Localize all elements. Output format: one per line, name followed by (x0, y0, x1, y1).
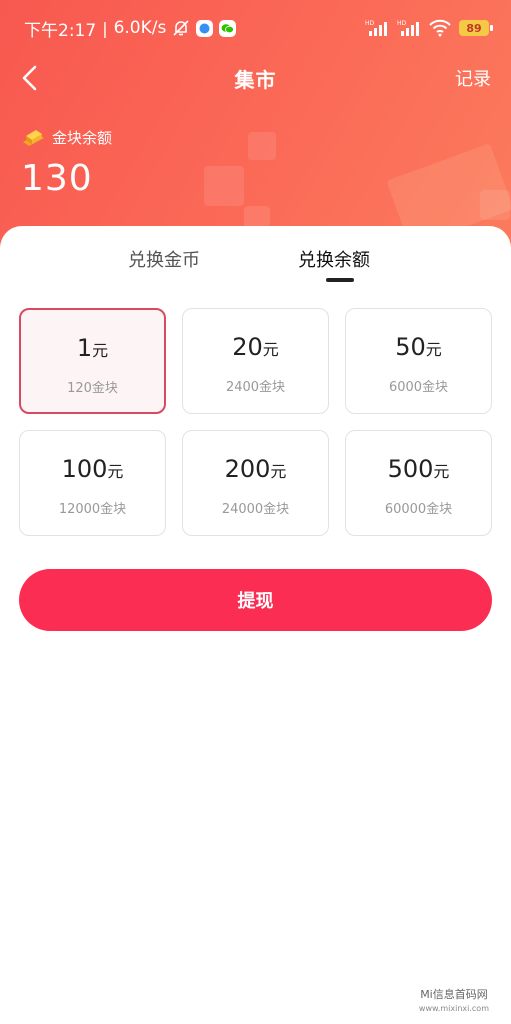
option-amount: 500元 (387, 455, 450, 483)
option-cost: 24000金块 (221, 502, 290, 517)
option-amount: 20元 (232, 333, 279, 361)
battery-level: 89 (466, 21, 482, 35)
option-card-20[interactable]: 20元 2400金块 (182, 308, 329, 414)
option-amount: 200元 (224, 455, 287, 483)
option-amount: 1元 (76, 334, 109, 362)
exchange-tabs: 兑换金币 兑换余额 (0, 226, 511, 286)
option-amount: 100元 (61, 455, 124, 483)
option-amount: 50元 (395, 333, 442, 361)
status-network-speed: 6.0K/s (113, 18, 167, 38)
hd-signal-icon: HD (365, 19, 389, 37)
option-card-1[interactable]: 1元 120金块 (19, 308, 166, 414)
back-button[interactable] (14, 62, 46, 94)
svg-text:HD: HD (397, 20, 407, 27)
watermark-text: Mi信息首码网 (420, 988, 488, 1001)
option-card-500[interactable]: 500元 60000金块 (345, 430, 492, 536)
option-cost: 60000金块 (384, 502, 453, 517)
status-separator: | (102, 18, 108, 38)
option-card-50[interactable]: 50元 6000金块 (345, 308, 492, 414)
svg-text:HD: HD (365, 20, 375, 27)
balance-label: 金块余额 (52, 128, 113, 147)
watermark: Mi信息首码网 www.mixinxi.com (419, 988, 489, 1016)
tab-exchange-balance[interactable]: 兑换余额 (298, 246, 370, 272)
wechat-icon (219, 19, 237, 37)
wifi-icon (429, 19, 451, 37)
active-tab-indicator (326, 278, 354, 282)
option-cost: 120金块 (67, 381, 118, 396)
chevron-left-icon (21, 65, 39, 91)
gold-bar-icon (20, 126, 46, 148)
status-time: 下午2:17 (24, 20, 97, 41)
watermark-url: www.mixinxi.com (418, 1004, 489, 1013)
decor-square (248, 132, 276, 160)
option-card-200[interactable]: 200元 24000金块 (182, 430, 329, 536)
mute-bell-icon (172, 19, 190, 37)
decor-square (480, 190, 510, 220)
balance-label-row: 金块余额 (20, 126, 112, 148)
hd-signal-icon: HD (397, 19, 421, 37)
withdraw-button[interactable]: 提现 (19, 569, 492, 631)
tab-exchange-coins[interactable]: 兑换金币 (128, 246, 200, 272)
app-icon (196, 19, 214, 37)
record-button[interactable]: 记录 (455, 65, 491, 91)
decor-square (204, 166, 244, 206)
nav-bar: 集市 记录 (0, 56, 511, 100)
option-cost: 6000金块 (388, 380, 449, 395)
balance-value: 130 (21, 158, 93, 199)
exchange-panel: 兑换金币 兑换余额 1元 120金块 20元 2400金块 50元 6000金块… (0, 226, 511, 1024)
page-title: 集市 (234, 67, 277, 92)
option-card-100[interactable]: 100元 12000金块 (19, 430, 166, 536)
option-cost: 2400金块 (225, 380, 286, 395)
status-bar: 下午2:17 | 6.0K/s HD HD 89 (0, 0, 511, 56)
option-cost: 12000金块 (58, 502, 127, 517)
battery-icon: 89 (459, 20, 493, 36)
